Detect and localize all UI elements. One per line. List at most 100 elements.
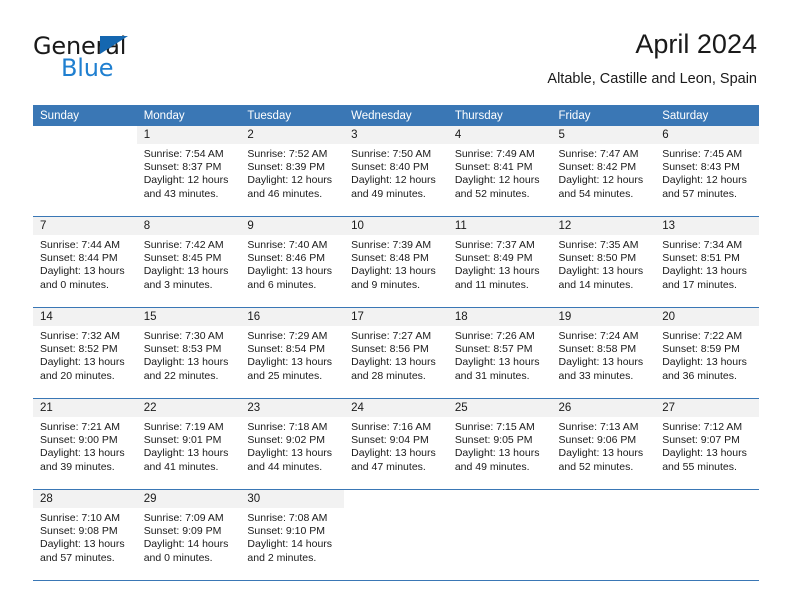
daylight-text-line2: and 57 minutes. bbox=[40, 551, 115, 564]
daylight-text-line2: and 52 minutes. bbox=[558, 460, 634, 473]
daylight-text-line1: Daylight: 13 hours bbox=[143, 447, 229, 460]
sunset-text: Sunset: 8:53 PM bbox=[143, 343, 222, 356]
calendar-cell[interactable]: 11 Sunrise: 7:37 AM Sunset: 8:49 PM Dayligh… bbox=[447, 216, 552, 308]
weekday-header-saturday: Saturday bbox=[655, 105, 759, 126]
day-cell: 2 Sunrise: 7:52 AM Sunset: 8:39 PM Daylight… bbox=[240, 126, 345, 216]
day-number: 21 bbox=[33, 399, 137, 417]
calendar-cell[interactable]: 16 Sunrise: 7:29 AM Sunset: 8:54 PM Dayligh… bbox=[240, 307, 345, 399]
day-cell: 18 Sunrise: 7:26 AM Sunset: 8:57 PM Dayligh… bbox=[447, 308, 552, 398]
daylight-text-line2: and 44 minutes. bbox=[247, 460, 323, 473]
weekday-header-monday: Monday bbox=[136, 105, 241, 126]
calendar-cell[interactable]: 2 Sunrise: 7:52 AM Sunset: 8:39 PM Daylight… bbox=[240, 126, 345, 217]
sunset-text: Sunset: 9:10 PM bbox=[247, 525, 326, 538]
sunrise-text: Sunrise: 7:16 AM bbox=[351, 421, 432, 433]
day-number: 25 bbox=[447, 399, 552, 417]
daylight-text-line1: Daylight: 13 hours bbox=[454, 356, 540, 369]
day-number: 23 bbox=[240, 399, 345, 417]
calendar-cell[interactable]: 3 Sunrise: 7:50 AM Sunset: 8:40 PM Daylight… bbox=[344, 126, 448, 217]
calendar-cell[interactable]: 21 Sunrise: 7:21 AM Sunset: 9:00 PM Dayligh… bbox=[33, 398, 137, 490]
daylight-text-line1: Daylight: 13 hours bbox=[143, 356, 229, 369]
calendar-cell[interactable]: 5 Sunrise: 7:47 AM Sunset: 8:42 PM Daylight… bbox=[551, 126, 656, 217]
calendar-cell[interactable]: 10 Sunrise: 7:39 AM Sunset: 8:48 PM Dayligh… bbox=[344, 216, 448, 308]
weekday-header-wednesday: Wednesday bbox=[344, 105, 448, 126]
daylight-text-line2: and 0 minutes. bbox=[143, 551, 213, 564]
sunset-text: Sunset: 9:01 PM bbox=[143, 434, 222, 447]
calendar-cell[interactable]: 22 Sunrise: 7:19 AM Sunset: 9:01 PM Dayligh… bbox=[136, 398, 241, 490]
sunset-text: Sunset: 8:37 PM bbox=[143, 161, 222, 174]
day-details: Sunrise: 7:27 AM Sunset: 8:56 PM Daylight:… bbox=[344, 326, 448, 383]
calendar-cell[interactable]: 13 Sunrise: 7:34 AM Sunset: 8:51 PM Dayligh… bbox=[655, 216, 759, 308]
daylight-text-line2: and 39 minutes. bbox=[40, 460, 115, 473]
calendar-cell[interactable]: 17 Sunrise: 7:27 AM Sunset: 8:56 PM Dayligh… bbox=[344, 307, 448, 399]
calendar-cell[interactable]: 30 Sunrise: 7:08 AM Sunset: 9:10 PM Dayligh… bbox=[240, 489, 345, 581]
calendar-page: General Blue April 2024 Altable, Castill… bbox=[0, 0, 792, 612]
day-number bbox=[33, 126, 137, 144]
day-cell: 17 Sunrise: 7:27 AM Sunset: 8:56 PM Dayligh… bbox=[344, 308, 448, 398]
sunset-text: Sunset: 9:06 PM bbox=[558, 434, 637, 447]
daylight-text-line2: and 33 minutes. bbox=[558, 369, 634, 382]
calendar-cell[interactable]: 20 Sunrise: 7:22 AM Sunset: 8:59 PM Dayligh… bbox=[655, 307, 759, 399]
day-cell bbox=[33, 126, 137, 216]
sunset-text: Sunset: 8:52 PM bbox=[40, 343, 118, 356]
day-cell: 20 Sunrise: 7:22 AM Sunset: 8:59 PM Dayligh… bbox=[655, 308, 759, 398]
day-details: Sunrise: 7:32 AM Sunset: 8:52 PM Daylight:… bbox=[33, 326, 137, 383]
day-details: Sunrise: 7:47 AM Sunset: 8:42 PM Daylight:… bbox=[552, 144, 656, 201]
calendar-week-row: 7 Sunrise: 7:44 AM Sunset: 8:44 PM Daylight… bbox=[33, 216, 759, 308]
calendar-cell[interactable]: 24 Sunrise: 7:16 AM Sunset: 9:04 PM Dayligh… bbox=[344, 398, 448, 490]
sunset-text: Sunset: 8:42 PM bbox=[558, 161, 637, 174]
sunrise-text: Sunrise: 7:52 AM bbox=[247, 148, 328, 160]
daylight-text-line1: Daylight: 13 hours bbox=[247, 447, 333, 460]
daylight-text-line2: and 36 minutes. bbox=[662, 369, 737, 382]
calendar-cell[interactable]: 15 Sunrise: 7:30 AM Sunset: 8:53 PM Dayligh… bbox=[136, 307, 241, 399]
calendar-cell[interactable]: 4 Sunrise: 7:49 AM Sunset: 8:41 PM Daylight… bbox=[447, 126, 552, 217]
sunset-text: Sunset: 8:48 PM bbox=[351, 252, 429, 265]
day-cell: 26 Sunrise: 7:13 AM Sunset: 9:06 PM Dayligh… bbox=[551, 399, 656, 489]
day-cell bbox=[447, 490, 552, 580]
day-number: 24 bbox=[344, 399, 448, 417]
calendar-cell[interactable]: 23 Sunrise: 7:18 AM Sunset: 9:02 PM Dayligh… bbox=[240, 398, 345, 490]
sunrise-text: Sunrise: 7:34 AM bbox=[662, 239, 743, 251]
sunset-text: Sunset: 8:49 PM bbox=[454, 252, 533, 265]
calendar-cell[interactable]: 14 Sunrise: 7:32 AM Sunset: 8:52 PM Dayligh… bbox=[33, 307, 137, 399]
calendar-cell[interactable]: 25 Sunrise: 7:15 AM Sunset: 9:05 PM Dayligh… bbox=[447, 398, 552, 490]
day-details: Sunrise: 7:13 AM Sunset: 9:06 PM Daylight:… bbox=[552, 417, 656, 474]
calendar-cell[interactable]: 29 Sunrise: 7:09 AM Sunset: 9:09 PM Dayligh… bbox=[136, 489, 241, 581]
day-number: 14 bbox=[33, 308, 137, 326]
sunrise-text: Sunrise: 7:15 AM bbox=[454, 421, 535, 433]
calendar-cell[interactable]: 9 Sunrise: 7:40 AM Sunset: 8:46 PM Daylight… bbox=[240, 216, 345, 308]
day-number: 10 bbox=[344, 217, 448, 235]
day-number bbox=[655, 490, 759, 508]
day-number: 18 bbox=[447, 308, 552, 326]
day-details: Sunrise: 7:15 AM Sunset: 9:05 PM Daylight:… bbox=[448, 417, 552, 474]
calendar-cell[interactable]: 1 Sunrise: 7:54 AM Sunset: 8:37 PM Daylight… bbox=[136, 126, 241, 217]
calendar-cell[interactable]: 12 Sunrise: 7:35 AM Sunset: 8:50 PM Dayligh… bbox=[551, 216, 656, 308]
logo-text-blue: Blue bbox=[61, 54, 114, 82]
sunrise-text: Sunrise: 7:12 AM bbox=[662, 421, 743, 433]
day-cell: 9 Sunrise: 7:40 AM Sunset: 8:46 PM Daylight… bbox=[240, 217, 345, 307]
sunset-text: Sunset: 9:02 PM bbox=[247, 434, 326, 447]
calendar-cell[interactable]: 6 Sunrise: 7:45 AM Sunset: 8:43 PM Daylight… bbox=[655, 126, 759, 217]
daylight-text-line2: and 55 minutes. bbox=[662, 460, 737, 473]
calendar-week-row: 28 Sunrise: 7:10 AM Sunset: 9:08 PM Dayligh… bbox=[33, 489, 759, 581]
calendar-cell[interactable]: 18 Sunrise: 7:26 AM Sunset: 8:57 PM Dayligh… bbox=[447, 307, 552, 399]
calendar-cell[interactable]: 26 Sunrise: 7:13 AM Sunset: 9:06 PM Dayligh… bbox=[551, 398, 656, 490]
calendar-cell[interactable]: 19 Sunrise: 7:24 AM Sunset: 8:58 PM Dayligh… bbox=[551, 307, 656, 399]
daylight-text-line1: Daylight: 13 hours bbox=[40, 356, 125, 369]
calendar-grid: Sunday Monday Tuesday Wednesday Thursday… bbox=[33, 105, 759, 581]
calendar-cell[interactable]: 8 Sunrise: 7:42 AM Sunset: 8:45 PM Daylight… bbox=[136, 216, 241, 308]
sunrise-text: Sunrise: 7:19 AM bbox=[143, 421, 224, 433]
day-details: Sunrise: 7:26 AM Sunset: 8:57 PM Daylight:… bbox=[448, 326, 552, 383]
day-cell: 1 Sunrise: 7:54 AM Sunset: 8:37 PM Daylight… bbox=[136, 126, 241, 216]
day-details: Sunrise: 7:52 AM Sunset: 8:39 PM Daylight:… bbox=[240, 144, 344, 201]
daylight-text-line2: and 6 minutes. bbox=[247, 278, 317, 291]
sunset-text: Sunset: 9:05 PM bbox=[454, 434, 533, 447]
day-details: Sunrise: 7:35 AM Sunset: 8:50 PM Daylight:… bbox=[552, 235, 656, 292]
sunrise-text: Sunrise: 7:39 AM bbox=[351, 239, 432, 251]
calendar-cell bbox=[551, 489, 656, 581]
calendar-cell[interactable]: 28 Sunrise: 7:10 AM Sunset: 9:08 PM Dayligh… bbox=[33, 489, 137, 581]
sunrise-text: Sunrise: 7:44 AM bbox=[40, 239, 120, 251]
calendar-cell[interactable]: 27 Sunrise: 7:12 AM Sunset: 9:07 PM Dayligh… bbox=[655, 398, 759, 490]
sunset-text: Sunset: 8:56 PM bbox=[351, 343, 429, 356]
daylight-text-line1: Daylight: 13 hours bbox=[351, 356, 436, 369]
calendar-cell[interactable]: 7 Sunrise: 7:44 AM Sunset: 8:44 PM Daylight… bbox=[33, 216, 137, 308]
